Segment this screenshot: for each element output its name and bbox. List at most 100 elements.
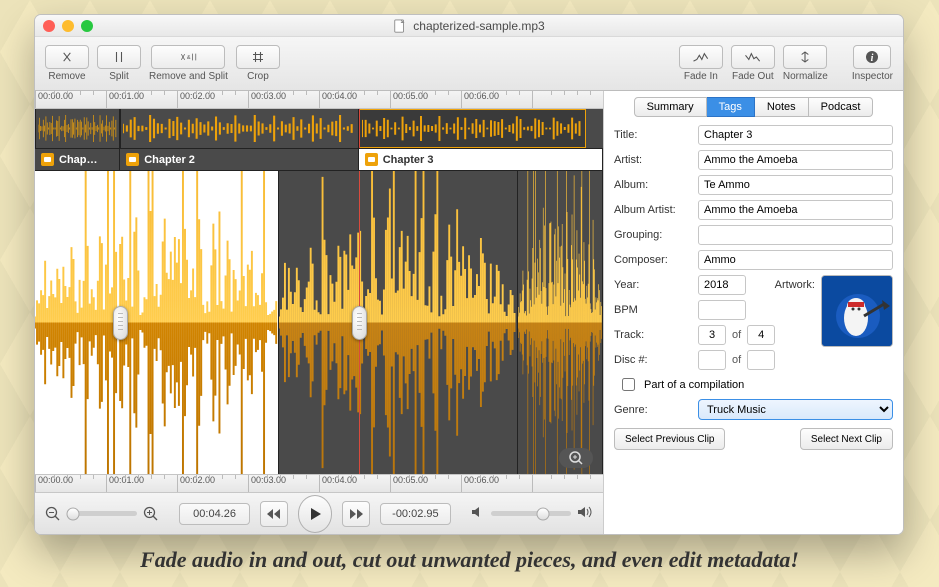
time-ruler-bottom[interactable]: 00:00.0000:01.0000:02.0000:03.0000:04.00… [35,474,603,492]
overview-segment[interactable] [35,109,120,148]
bpm-label: BPM [614,304,692,316]
svg-text:&: & [187,55,191,61]
marketing-caption: Fade audio in and out, cut out unwanted … [0,547,939,573]
album-artist-label: Album Artist: [614,204,692,216]
album-artist-field[interactable] [698,200,893,220]
ruler-tick: 00:00.00 [35,475,106,492]
volume-slider[interactable] [491,511,571,516]
track-of-label: of [732,329,741,341]
genre-label: Genre: [614,404,692,416]
chapter-tag-icon [41,153,54,166]
tab-notes[interactable]: Notes [755,97,809,117]
fade-out-button[interactable]: Fade Out [731,45,775,82]
album-label: Album: [614,179,692,191]
toolbar: Remove Split & Remove and Split Crop Fad… [35,37,903,91]
inspector-panel: SummaryTagsNotesPodcast Title: Artist: A… [603,91,903,534]
track-label: Track: [614,329,692,341]
ruler-tick: 00:05.00 [390,475,461,492]
album-field[interactable] [698,175,893,195]
zoom-window-button[interactable] [81,20,93,32]
rewind-button[interactable] [260,501,287,527]
chapter-tab[interactable]: Chapter 2 [120,149,359,170]
transport-bar: 00:04.26 -00:02.95 [35,492,603,534]
time-ruler-top[interactable]: 00:00.0000:01.0000:02.0000:03.0000:04.00… [35,91,603,109]
ruler-tick: 00:02.00 [177,91,248,108]
ruler-tick: 00:04.00 [319,91,390,108]
app-window: chapterized-sample.mp3 Remove Split & Re… [34,14,904,535]
year-field[interactable] [698,275,746,295]
overview-track[interactable] [35,109,603,149]
ruler-tick: 00:03.00 [248,475,319,492]
chapter-label: Chap… [59,154,98,166]
svg-text:i: i [871,53,874,64]
volume-high-icon [577,506,593,521]
year-label: Year: [614,279,692,291]
tab-summary[interactable]: Summary [634,97,707,117]
grouping-field[interactable] [698,225,893,245]
document-icon [393,19,407,33]
ruler-tick [532,91,603,108]
chapter-tab[interactable]: Chapter 3 [359,149,603,170]
genre-select[interactable]: Truck Music [698,399,893,420]
ruler-tick: 00:00.00 [35,91,106,108]
grouping-label: Grouping: [614,229,692,241]
disc-num-field[interactable] [698,350,726,370]
chapter-tab[interactable]: Chap… [35,149,120,170]
chapter-label: Chapter 2 [144,154,195,166]
editor-pane: 00:00.0000:01.0000:02.0000:03.0000:04.00… [35,91,603,534]
title-field[interactable] [698,125,893,145]
overview-segment[interactable] [120,109,359,148]
compilation-label: Part of a compilation [644,379,744,391]
forward-button[interactable] [342,501,369,527]
track-num-field[interactable] [698,325,726,345]
waveform-clip[interactable] [279,171,518,474]
clip-split-handle[interactable] [352,306,367,340]
tab-podcast[interactable]: Podcast [809,97,874,117]
volume-low-icon [471,506,485,521]
clip-split-handle[interactable] [113,306,128,340]
waveform-area[interactable] [35,171,603,474]
select-previous-clip-button[interactable]: Select Previous Clip [614,428,725,450]
chapter-label: Chapter 3 [383,154,434,166]
compilation-checkbox[interactable] [622,378,635,391]
remove-button[interactable]: Remove [45,45,89,82]
composer-field[interactable] [698,250,893,270]
crop-button[interactable]: Crop [236,45,280,82]
inspector-tabs: SummaryTagsNotesPodcast [604,91,903,125]
zoom-to-fit-button[interactable] [559,448,593,468]
time-current: 00:04.26 [179,503,250,525]
remove-and-split-button[interactable]: & Remove and Split [149,45,228,82]
fade-in-button[interactable]: Fade In [679,45,723,82]
ruler-tick: 00:06.00 [461,475,532,492]
close-window-button[interactable] [43,20,55,32]
overview-segment[interactable] [359,109,586,148]
artist-field[interactable] [698,150,893,170]
composer-label: Composer: [614,254,692,266]
track-total-field[interactable] [747,325,775,345]
artwork-well[interactable] [821,275,893,347]
bpm-field[interactable] [698,300,746,320]
tab-tags[interactable]: Tags [707,97,755,117]
artwork-label: Artwork: [775,279,815,291]
chapter-tag-icon [365,153,378,166]
playhead-overview[interactable] [359,109,360,148]
disc-label: Disc #: [614,354,692,366]
ruler-tick [532,475,603,492]
zoom-out-icon[interactable] [45,506,61,522]
select-next-clip-button[interactable]: Select Next Clip [800,428,893,450]
waveform-clip[interactable] [35,171,279,474]
artist-label: Artist: [614,154,692,166]
ruler-tick: 00:03.00 [248,91,319,108]
minimize-window-button[interactable] [62,20,74,32]
disc-total-field[interactable] [747,350,775,370]
ruler-tick: 00:02.00 [177,475,248,492]
split-button[interactable]: Split [97,45,141,82]
waveform-clip[interactable] [518,171,603,474]
zoom-in-icon[interactable] [143,506,159,522]
normalize-button[interactable]: Normalize [783,45,828,82]
inspector-button[interactable]: i Inspector [852,45,893,82]
ruler-tick: 00:01.00 [106,475,177,492]
titlebar: chapterized-sample.mp3 [35,15,903,37]
play-button[interactable] [298,495,333,533]
zoom-slider[interactable] [67,511,137,516]
